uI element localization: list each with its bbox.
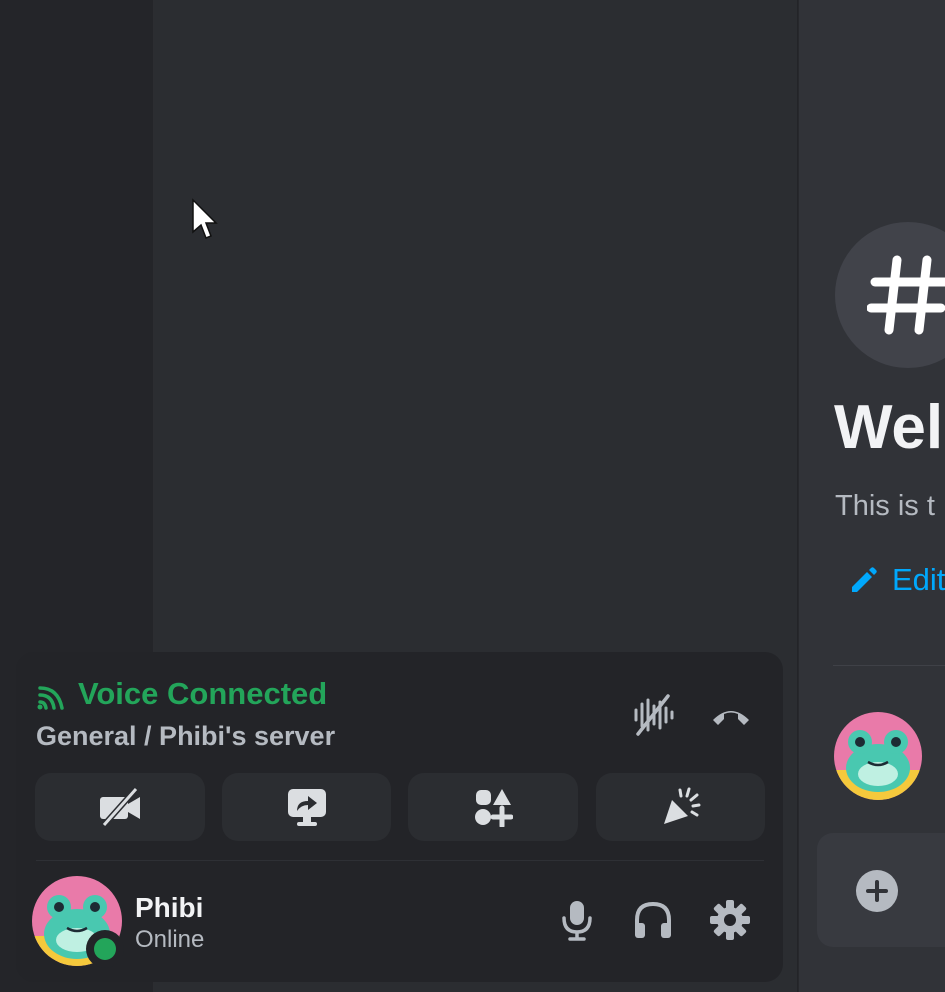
online-status-indicator [86, 930, 124, 968]
user-settings-button[interactable] [705, 895, 755, 945]
pencil-icon [852, 567, 877, 592]
gear-icon [710, 900, 750, 940]
welcome-title: Wel [834, 393, 944, 462]
disconnect-button[interactable] [706, 690, 756, 740]
edit-channel-link[interactable]: Edit [848, 560, 945, 600]
panel-divider [36, 860, 764, 861]
deafen-button[interactable] [628, 895, 678, 945]
user-name[interactable]: Phibi [135, 891, 203, 925]
activities-icon [475, 789, 513, 827]
camera-button[interactable] [35, 773, 205, 841]
screen-share-icon [287, 789, 326, 826]
screen-share-button[interactable] [222, 773, 391, 841]
voice-channel-name[interactable]: General / Phibi's server [36, 716, 335, 756]
welcome-subtitle: This is t [835, 490, 935, 522]
status-dot-fill [94, 938, 116, 960]
message-avatar[interactable] [834, 712, 922, 800]
phone-hangup-icon [713, 711, 749, 725]
plus-icon [866, 880, 888, 902]
camera-off-icon [100, 787, 140, 827]
soundboard-button[interactable] [596, 773, 765, 841]
noise-suppression-icon [634, 694, 674, 736]
user-status: Online [135, 926, 205, 953]
hash-icon [867, 255, 945, 335]
activities-button[interactable] [408, 773, 578, 841]
voice-status-title[interactable]: Voice Connected [78, 674, 327, 714]
add-attachment-button[interactable] [856, 870, 898, 912]
edit-channel-label: Edit [892, 562, 945, 597]
noise-suppression-button[interactable] [628, 690, 678, 740]
soundboard-icon [663, 787, 700, 824]
signal-bars-icon [37, 686, 64, 710]
chat-divider [833, 665, 945, 666]
microphone-icon [562, 901, 592, 941]
headphones-icon [635, 901, 671, 938]
mute-microphone-button[interactable] [552, 895, 602, 945]
mouse-cursor-icon [192, 198, 218, 239]
